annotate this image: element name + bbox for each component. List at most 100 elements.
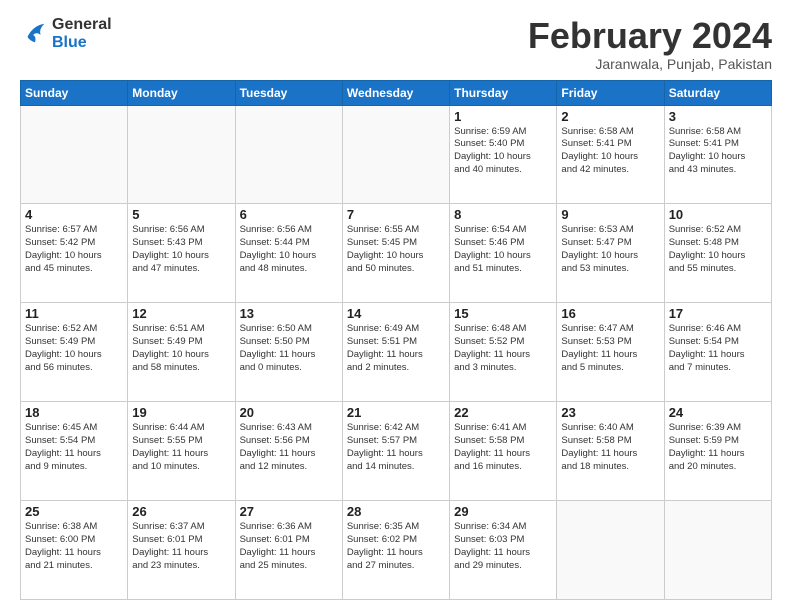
calendar-cell: 27 Sunrise: 6:36 AMSunset: 6:01 PMDayligh…: [235, 501, 342, 600]
calendar-cell: 1 Sunrise: 6:59 AMSunset: 5:40 PMDaylight…: [450, 105, 557, 204]
day-info: Sunrise: 6:50 AMSunset: 5:50 PMDaylight:…: [240, 323, 338, 374]
calendar-cell: 14Sunrise: 6:49 AMSunset: 5:51 PMDayligh…: [342, 303, 449, 402]
day-info: Sunrise: 6:54 AMSunset: 5:46 PMDaylight:…: [454, 224, 552, 275]
calendar-cell: [664, 501, 771, 600]
calendar-cell: 28 Sunrise: 6:35 AMSunset: 6:02 PMDayligh…: [342, 501, 449, 600]
day-number: 18: [25, 405, 123, 420]
day-info: Sunrise: 6:46 AMSunset: 5:54 PMDaylight:…: [669, 323, 767, 374]
day-info: Sunrise: 6:53 AMSunset: 5:47 PMDaylight:…: [561, 224, 659, 275]
day-number: 21: [347, 405, 445, 420]
calendar-cell: 15 Sunrise: 6:48 AMSunset: 5:52 PMDayligh…: [450, 303, 557, 402]
day-number: 7: [347, 207, 445, 222]
day-number: 22: [454, 405, 552, 420]
day-info: Sunrise: 6:58 AMSunset: 5:41 PMDaylight:…: [669, 126, 767, 177]
calendar-cell: [128, 105, 235, 204]
title-block: February 2024 Jaranwala, Punjab, Pakista…: [528, 16, 772, 72]
day-number: 3: [669, 109, 767, 124]
calendar-cell: [21, 105, 128, 204]
calendar-cell: 16Sunrise: 6:47 AMSunset: 5:53 PMDayligh…: [557, 303, 664, 402]
calendar-cell: 10 Sunrise: 6:52 AMSunset: 5:48 PMDayligh…: [664, 204, 771, 303]
day-info: Sunrise: 6:52 AMSunset: 5:49 PMDaylight:…: [25, 323, 123, 374]
day-info: Sunrise: 6:51 AMSunset: 5:49 PMDaylight:…: [132, 323, 230, 374]
day-header-sunday: Sunday: [21, 80, 128, 105]
day-number: 10: [669, 207, 767, 222]
day-number: 9: [561, 207, 659, 222]
day-info: Sunrise: 6:49 AMSunset: 5:51 PMDaylight:…: [347, 323, 445, 374]
day-number: 12: [132, 306, 230, 321]
day-number: 17: [669, 306, 767, 321]
calendar-header-row: SundayMondayTuesdayWednesdayThursdayFrid…: [21, 80, 772, 105]
day-info: Sunrise: 6:42 AMSunset: 5:57 PMDaylight:…: [347, 422, 445, 473]
day-info: Sunrise: 6:43 AMSunset: 5:56 PMDaylight:…: [240, 422, 338, 473]
calendar-cell: 29 Sunrise: 6:34 AMSunset: 6:03 PMDayligh…: [450, 501, 557, 600]
calendar-cell: [557, 501, 664, 600]
month-title: February 2024: [528, 16, 772, 56]
calendar-week-1: 4 Sunrise: 6:57 AMSunset: 5:42 PMDaylight…: [21, 204, 772, 303]
calendar-cell: [235, 105, 342, 204]
calendar-cell: 5Sunrise: 6:56 AMSunset: 5:43 PMDaylight…: [128, 204, 235, 303]
logo: General Blue: [20, 16, 112, 51]
calendar-cell: 7Sunrise: 6:55 AMSunset: 5:45 PMDaylight…: [342, 204, 449, 303]
day-info: Sunrise: 6:35 AMSunset: 6:02 PMDaylight:…: [347, 521, 445, 572]
day-number: 4: [25, 207, 123, 222]
day-number: 24: [669, 405, 767, 420]
calendar-cell: 2 Sunrise: 6:58 AMSunset: 5:41 PMDaylight…: [557, 105, 664, 204]
calendar-week-2: 11 Sunrise: 6:52 AMSunset: 5:49 PMDayligh…: [21, 303, 772, 402]
day-number: 29: [454, 504, 552, 519]
page: General Blue February 2024 Jaranwala, Pu…: [0, 0, 792, 612]
day-info: Sunrise: 6:59 AMSunset: 5:40 PMDaylight:…: [454, 126, 552, 177]
day-number: 2: [561, 109, 659, 124]
header: General Blue February 2024 Jaranwala, Pu…: [20, 16, 772, 72]
day-info: Sunrise: 6:36 AMSunset: 6:01 PMDaylight:…: [240, 521, 338, 572]
day-info: Sunrise: 6:37 AMSunset: 6:01 PMDaylight:…: [132, 521, 230, 572]
day-number: 28: [347, 504, 445, 519]
day-info: Sunrise: 6:41 AMSunset: 5:58 PMDaylight:…: [454, 422, 552, 473]
location: Jaranwala, Punjab, Pakistan: [528, 56, 772, 72]
day-info: Sunrise: 6:48 AMSunset: 5:52 PMDaylight:…: [454, 323, 552, 374]
day-number: 23: [561, 405, 659, 420]
day-number: 26: [132, 504, 230, 519]
day-info: Sunrise: 6:45 AMSunset: 5:54 PMDaylight:…: [25, 422, 123, 473]
day-header-saturday: Saturday: [664, 80, 771, 105]
day-info: Sunrise: 6:34 AMSunset: 6:03 PMDaylight:…: [454, 521, 552, 572]
calendar-cell: 9 Sunrise: 6:53 AMSunset: 5:47 PMDaylight…: [557, 204, 664, 303]
calendar-cell: 22 Sunrise: 6:41 AMSunset: 5:58 PMDayligh…: [450, 402, 557, 501]
day-header-friday: Friday: [557, 80, 664, 105]
day-number: 27: [240, 504, 338, 519]
day-number: 11: [25, 306, 123, 321]
logo-icon: [20, 20, 48, 48]
day-info: Sunrise: 6:38 AMSunset: 6:00 PMDaylight:…: [25, 521, 123, 572]
calendar-cell: 25 Sunrise: 6:38 AMSunset: 6:00 PMDayligh…: [21, 501, 128, 600]
day-info: Sunrise: 6:57 AMSunset: 5:42 PMDaylight:…: [25, 224, 123, 275]
day-info: Sunrise: 6:56 AMSunset: 5:43 PMDaylight:…: [132, 224, 230, 275]
day-header-wednesday: Wednesday: [342, 80, 449, 105]
day-header-monday: Monday: [128, 80, 235, 105]
calendar-cell: 18 Sunrise: 6:45 AMSunset: 5:54 PMDayligh…: [21, 402, 128, 501]
day-info: Sunrise: 6:52 AMSunset: 5:48 PMDaylight:…: [669, 224, 767, 275]
logo-text: General Blue: [52, 16, 112, 51]
day-number: 15: [454, 306, 552, 321]
day-number: 6: [240, 207, 338, 222]
day-number: 16: [561, 306, 659, 321]
calendar-week-0: 1 Sunrise: 6:59 AMSunset: 5:40 PMDaylight…: [21, 105, 772, 204]
day-info: Sunrise: 6:39 AMSunset: 5:59 PMDaylight:…: [669, 422, 767, 473]
day-header-thursday: Thursday: [450, 80, 557, 105]
day-number: 8: [454, 207, 552, 222]
calendar-cell: 24 Sunrise: 6:39 AMSunset: 5:59 PMDayligh…: [664, 402, 771, 501]
day-number: 19: [132, 405, 230, 420]
calendar-week-4: 25 Sunrise: 6:38 AMSunset: 6:00 PMDayligh…: [21, 501, 772, 600]
calendar-cell: 3 Sunrise: 6:58 AMSunset: 5:41 PMDaylight…: [664, 105, 771, 204]
day-number: 25: [25, 504, 123, 519]
day-number: 13: [240, 306, 338, 321]
day-info: Sunrise: 6:56 AMSunset: 5:44 PMDaylight:…: [240, 224, 338, 275]
calendar-cell: 13 Sunrise: 6:50 AMSunset: 5:50 PMDayligh…: [235, 303, 342, 402]
calendar-cell: 19 Sunrise: 6:44 AMSunset: 5:55 PMDayligh…: [128, 402, 235, 501]
day-number: 1: [454, 109, 552, 124]
calendar-week-3: 18 Sunrise: 6:45 AMSunset: 5:54 PMDayligh…: [21, 402, 772, 501]
day-info: Sunrise: 6:44 AMSunset: 5:55 PMDaylight:…: [132, 422, 230, 473]
day-header-tuesday: Tuesday: [235, 80, 342, 105]
calendar-cell: 23Sunrise: 6:40 AMSunset: 5:58 PMDayligh…: [557, 402, 664, 501]
calendar-cell: 17 Sunrise: 6:46 AMSunset: 5:54 PMDayligh…: [664, 303, 771, 402]
day-info: Sunrise: 6:58 AMSunset: 5:41 PMDaylight:…: [561, 126, 659, 177]
calendar-cell: 11 Sunrise: 6:52 AMSunset: 5:49 PMDayligh…: [21, 303, 128, 402]
